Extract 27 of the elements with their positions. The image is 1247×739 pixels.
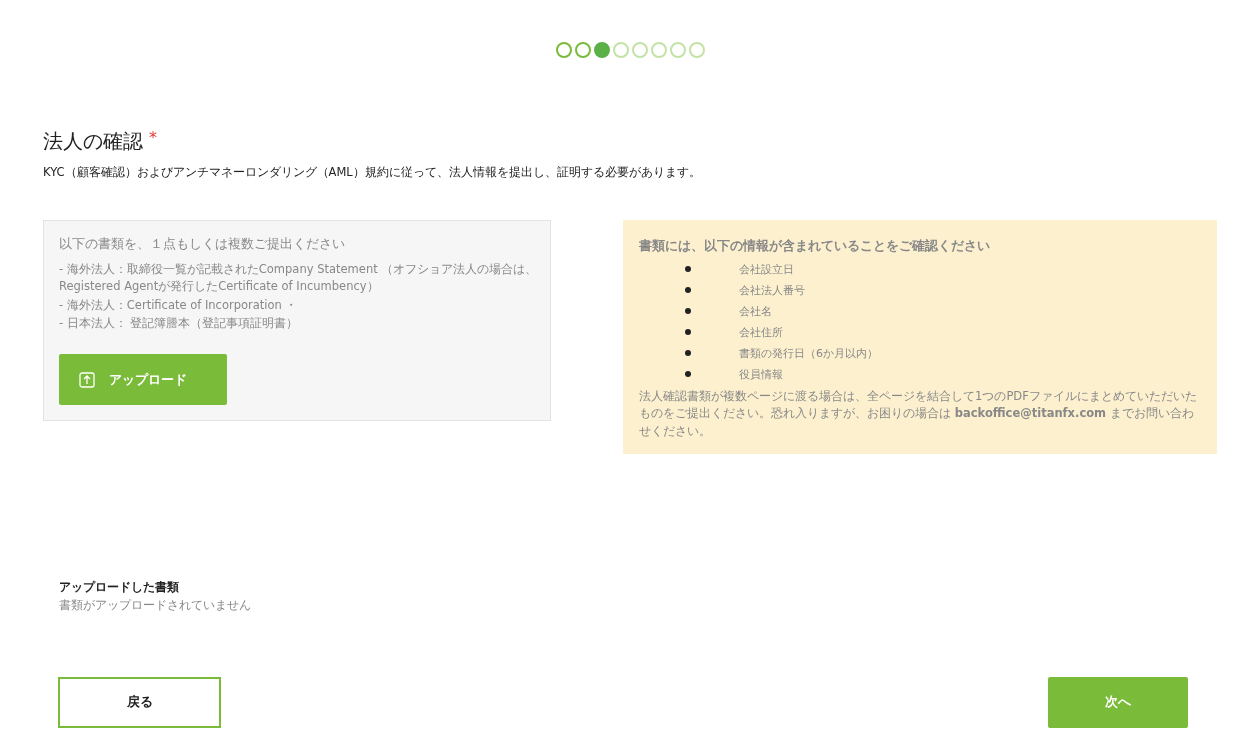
panel-title: 書類には、以下の情報が含まれていることをご確認ください [639,238,992,255]
panel-title: 以下の書類を、１点もしくは複数ご提出ください [59,236,346,253]
info-item: 書類の発行日（6か月以内） [739,345,879,361]
document-item: - 海外法人：取締役一覧が記載されたCompany Statement （オフショア法人の場合は、Registered Agentが発行したCertificate of Incumbency） [59,261,539,296]
info-item: 会社名 [739,303,773,319]
required-mark: * [149,128,157,147]
bullet-icon [685,308,692,314]
empty-text: 書類がアップロードされていません [59,596,252,614]
document-item: - 海外法人：Certificate of Incorporation ・ [59,296,299,314]
bullet-icon [685,371,692,377]
info-item: 会社設立日 [739,261,795,277]
next-button[interactable]: 次へ [1048,676,1188,728]
upload-button[interactable]: アップロード [59,354,227,405]
bullet-icon [685,329,692,335]
uploaded-title: アップロードした書類 [59,579,180,595]
info-item: 役員情報 [739,366,784,382]
upload-icon [79,371,95,388]
bullet-icon [685,287,692,293]
info-item: 会社法人番号 [739,282,806,298]
document-item: - 日本法人： 登記簿謄本（登記事項証明書） [59,314,300,332]
info-item: 会社住所 [739,324,784,340]
bullet-icon [685,266,692,272]
note-text: 法人確認書類が複数ページに渡る場合は、全ページを結合して1つのPDFファイルにまとめていただいたものをご提出ください。恐れ入りますが、お困りの場合は backoffice@titanfx.com までお問い合わせください。 [639,388,1198,440]
bullet-icon [685,350,692,356]
page-title: 法人の確認 [43,128,143,155]
back-button[interactable]: 戻る [58,676,221,728]
description: KYC（顧客確認）およびアンチマネーロンダリング（AML）規約に従って、法人情報を提出し、証明する必要があります。 [43,165,702,180]
